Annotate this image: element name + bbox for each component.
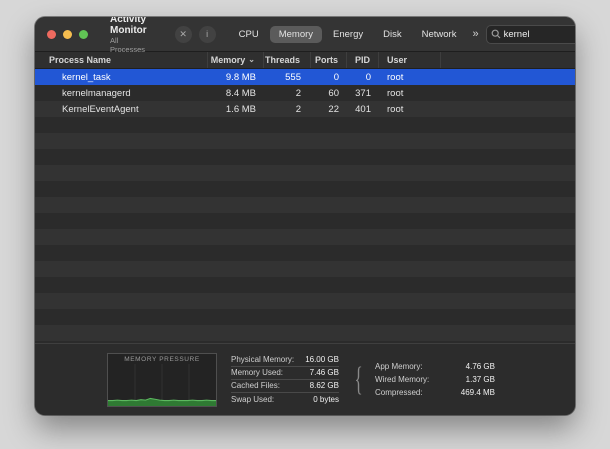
threads-cell: 2: [264, 85, 311, 101]
search-icon: [491, 29, 501, 39]
ports-cell: 22: [311, 101, 347, 117]
threads-cell: 2: [264, 101, 311, 117]
process-name-cell: kernel_task: [35, 69, 208, 85]
memory-summary-panel: MEMORY PRESSURE Physical Memory: 16.00 G…: [35, 343, 575, 415]
process-table: kernel_task 9.8 MB 555 0 0 root kernelma…: [35, 69, 575, 343]
pid-cell: 401: [347, 101, 379, 117]
zoom-button[interactable]: [79, 30, 88, 39]
pid-cell: 371: [347, 85, 379, 101]
table-row[interactable]: kernel_task 9.8 MB 555 0 0 root: [35, 69, 575, 85]
tab-energy[interactable]: Energy: [324, 26, 372, 43]
process-name-cell: kernelmanagerd: [35, 85, 208, 101]
column-header-spacer: [441, 52, 575, 68]
toolbar-buttons: ✕ i: [175, 26, 216, 43]
empty-rows-area: [35, 117, 575, 343]
window-title: Activity Monitor: [110, 17, 147, 37]
search-field[interactable]: ✕: [486, 25, 575, 44]
table-row[interactable]: KernelEventAgent 1.6 MB 2 22 401 root: [35, 101, 575, 117]
user-cell: root: [379, 101, 441, 117]
column-header-memory[interactable]: Memory⌄: [208, 52, 264, 68]
pid-cell: 0: [347, 69, 379, 85]
tab-disk[interactable]: Disk: [374, 26, 410, 43]
memory-cell: 8.4 MB: [208, 85, 264, 101]
title-block: Activity Monitor All Processes: [110, 17, 147, 54]
memory-stats-left: Physical Memory: 16.00 GB Memory Used: 7…: [231, 354, 339, 406]
memory-stats-right: App Memory: 4.76 GB Wired Memory: 1.37 G…: [375, 360, 495, 399]
column-header-user[interactable]: User: [379, 52, 441, 68]
table-header: Process Name Memory⌄ Threads Ports PID U…: [35, 52, 575, 69]
process-name-cell: KernelEventAgent: [35, 101, 208, 117]
close-button[interactable]: [47, 30, 56, 39]
memory-pressure-label: MEMORY PRESSURE: [108, 354, 216, 364]
quit-process-icon: ✕: [179, 30, 187, 39]
tab-memory[interactable]: Memory: [270, 26, 322, 43]
user-cell: root: [379, 85, 441, 101]
sort-chevron-icon: ⌄: [248, 55, 255, 64]
stat-row: Swap Used: 0 bytes: [231, 393, 339, 406]
traffic-lights: [47, 30, 88, 39]
quit-process-button[interactable]: ✕: [175, 26, 192, 43]
stat-row: App Memory: 4.76 GB: [375, 360, 495, 373]
stat-row: Memory Used: 7.46 GB: [231, 367, 339, 380]
stat-row: Physical Memory: 16.00 GB: [231, 354, 339, 367]
toolbar-overflow-button[interactable]: »: [465, 28, 485, 40]
column-header-process-name[interactable]: Process Name: [35, 52, 208, 68]
column-header-ports[interactable]: Ports: [311, 52, 347, 68]
stat-row: Wired Memory: 1.37 GB: [375, 373, 495, 386]
ports-cell: 0: [311, 69, 347, 85]
user-cell: root: [379, 69, 441, 85]
threads-cell: 555: [264, 69, 311, 85]
stat-row: Cached Files: 8.62 GB: [231, 380, 339, 393]
memory-cell: 9.8 MB: [208, 69, 264, 85]
memory-cell: 1.6 MB: [208, 101, 264, 117]
toolbar: Activity Monitor All Processes ✕ i CPU M…: [35, 17, 575, 52]
info-icon: i: [206, 30, 208, 39]
column-header-threads[interactable]: Threads: [264, 52, 311, 68]
tab-cpu[interactable]: CPU: [230, 26, 268, 43]
memory-pressure-panel: MEMORY PRESSURE: [107, 353, 217, 407]
inspect-process-button[interactable]: i: [199, 26, 216, 43]
tab-network[interactable]: Network: [413, 26, 466, 43]
ports-cell: 60: [311, 85, 347, 101]
memory-pressure-graph: [108, 364, 216, 406]
column-header-pid[interactable]: PID: [347, 52, 379, 68]
minimize-button[interactable]: [63, 30, 72, 39]
grouping-brace: {: [355, 363, 360, 397]
view-tabs: CPU Memory Energy Disk Network: [230, 26, 466, 43]
activity-monitor-window: Activity Monitor All Processes ✕ i CPU M…: [35, 17, 575, 415]
search-input[interactable]: [504, 29, 575, 40]
stat-row: Compressed: 469.4 MB: [375, 386, 495, 399]
table-row[interactable]: kernelmanagerd 8.4 MB 2 60 371 root: [35, 85, 575, 101]
